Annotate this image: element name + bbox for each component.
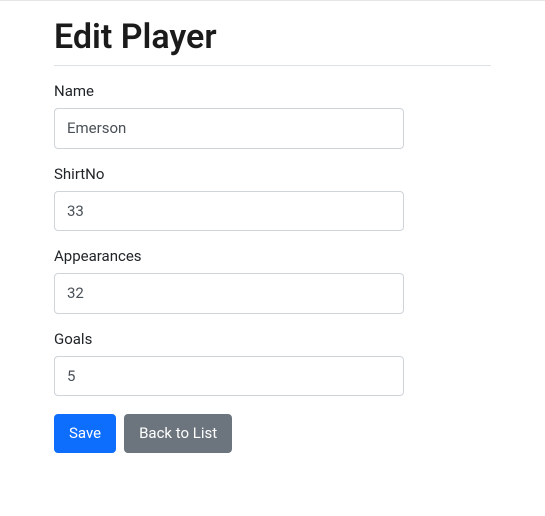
label-appearances: Appearances	[54, 247, 404, 265]
divider	[54, 65, 491, 66]
input-appearances[interactable]	[54, 273, 404, 314]
form-group-goals: Goals	[54, 330, 404, 397]
back-to-list-button[interactable]: Back to List	[124, 414, 232, 453]
label-goals: Goals	[54, 330, 404, 348]
form-group-shirtno: ShirtNo	[54, 165, 404, 232]
form-actions: Save Back to List	[54, 414, 404, 453]
form-group-appearances: Appearances	[54, 247, 404, 314]
input-goals[interactable]	[54, 356, 404, 397]
save-button[interactable]: Save	[54, 414, 116, 453]
label-name: Name	[54, 82, 404, 100]
input-name[interactable]	[54, 108, 404, 149]
form-group-name: Name	[54, 82, 404, 149]
input-shirtno[interactable]	[54, 191, 404, 232]
main-container: Edit Player Name ShirtNo Appearances Goa…	[0, 17, 545, 453]
page-title: Edit Player	[54, 17, 491, 57]
edit-form: Name ShirtNo Appearances Goals Save Back…	[54, 82, 404, 453]
label-shirtno: ShirtNo	[54, 165, 404, 183]
